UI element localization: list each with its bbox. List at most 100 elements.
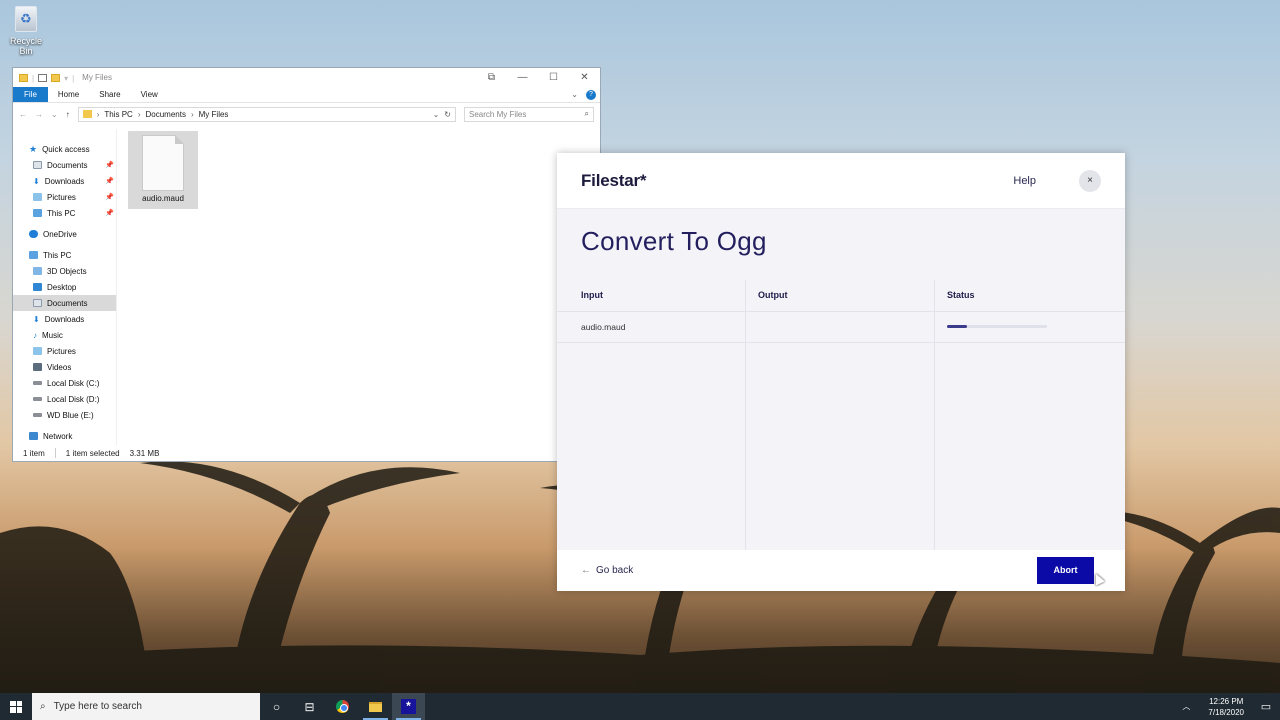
task-view-button[interactable]: ⊟ xyxy=(293,693,326,720)
new-folder-icon[interactable] xyxy=(51,73,61,82)
tab-share[interactable]: Share xyxy=(89,87,130,102)
nav-desktop[interactable]: Desktop xyxy=(13,279,116,295)
folder-icon xyxy=(19,73,28,82)
help-link[interactable]: Help xyxy=(1013,175,1036,187)
taskbar-search[interactable]: ⌕ Type here to search xyxy=(32,693,260,720)
nav-qa-this-pc[interactable]: This PC 📌 xyxy=(13,205,116,221)
recycle-bin-shortcut[interactable]: Recycle Bin xyxy=(4,6,48,56)
nav-qa-pictures[interactable]: Pictures 📌 xyxy=(13,189,116,205)
start-button[interactable] xyxy=(0,693,32,720)
drive-icon xyxy=(33,413,42,417)
minimize-button[interactable]: — xyxy=(507,68,538,87)
refresh-icon[interactable]: ↻ xyxy=(444,110,451,119)
file-name: audio.maud xyxy=(142,194,184,203)
nav-documents[interactable]: Documents xyxy=(13,295,116,311)
properties-icon[interactable] xyxy=(38,73,48,82)
nav-network[interactable]: Network xyxy=(13,428,116,444)
nav-3d-objects[interactable]: 3D Objects xyxy=(13,263,116,279)
abort-button[interactable]: Abort xyxy=(1037,557,1094,584)
pin-icon[interactable]: 📌 xyxy=(105,209,114,217)
clock-date: 7/18/2020 xyxy=(1208,707,1244,717)
filestar-window: Filestar* Help × Convert To Ogg Input Ou… xyxy=(557,153,1125,591)
breadcrumb-this-pc[interactable]: This PC xyxy=(104,110,132,119)
search-icon: ⌕ xyxy=(584,109,589,118)
maximize-button[interactable]: ☐ xyxy=(538,68,569,87)
filestar-icon: * xyxy=(401,699,416,714)
downloads-icon: ⬇ xyxy=(33,176,40,186)
show-hidden-icons-icon[interactable]: ︿ xyxy=(1172,701,1200,712)
snap-icon[interactable]: ⧉ xyxy=(476,68,507,87)
pictures-icon xyxy=(33,193,42,201)
chrome-icon xyxy=(336,700,349,713)
nav-downloads[interactable]: ⬇ Downloads xyxy=(13,311,116,327)
file-list: audio.maud xyxy=(117,129,600,445)
window-title: My Files xyxy=(82,73,112,82)
nav-quick-access[interactable]: ★ Quick access xyxy=(13,141,116,157)
customize-dropdown-icon[interactable]: ▾ xyxy=(64,74,68,83)
address-dropdown-icon[interactable]: ⌄ xyxy=(433,110,440,119)
conversion-table: Input Output Status audio.maud xyxy=(557,280,1125,550)
chrome-taskbar-button[interactable] xyxy=(326,693,359,720)
back-arrow-icon[interactable]: ← xyxy=(19,110,27,119)
computer-icon xyxy=(33,209,42,217)
progress-fill xyxy=(947,325,967,328)
quick-access-toolbar: | ▾ | xyxy=(19,73,74,83)
filestar-logo: Filestar* xyxy=(581,170,647,190)
nav-local-disk-c[interactable]: Local Disk (C:) xyxy=(13,375,116,391)
go-back-label: Go back xyxy=(596,565,634,576)
system-clock[interactable]: 12:26 PM 7/18/2020 xyxy=(1200,696,1252,718)
recycle-bin-icon xyxy=(15,6,37,32)
nav-wd-blue-e[interactable]: WD Blue (E:) xyxy=(13,407,116,423)
nav-qa-downloads[interactable]: ⬇ Downloads 📌 xyxy=(13,173,116,189)
taskbar: ⌕ Type here to search ○ ⊟ * ︿ 12:26 PM 7… xyxy=(0,693,1280,720)
search-input[interactable]: Search My Files ⌕ xyxy=(464,106,594,122)
notification-icon[interactable]: ▭ xyxy=(1252,700,1280,713)
nav-onedrive[interactable]: OneDrive xyxy=(13,226,116,242)
navigation-pane: ★ Quick access Documents 📌 ⬇ Downloads 📌… xyxy=(13,129,117,445)
pin-icon[interactable]: 📌 xyxy=(105,177,114,185)
recent-locations-icon[interactable]: ⌄ xyxy=(51,110,58,119)
tab-file[interactable]: File xyxy=(13,87,48,102)
pin-icon[interactable]: 📌 xyxy=(105,161,114,169)
column-header-output: Output xyxy=(758,290,788,300)
cloud-icon xyxy=(29,230,38,238)
tab-home[interactable]: Home xyxy=(48,87,89,102)
filestar-footer: ← Go back Abort xyxy=(557,550,1125,591)
pin-icon[interactable]: 📌 xyxy=(105,193,114,201)
nav-videos[interactable]: Videos xyxy=(13,359,116,375)
nav-pictures[interactable]: Pictures xyxy=(13,343,116,359)
documents-icon xyxy=(33,161,42,169)
column-divider xyxy=(745,280,746,550)
breadcrumb-documents[interactable]: Documents xyxy=(146,110,186,119)
cortana-button[interactable]: ○ xyxy=(260,693,293,720)
windows-logo-icon xyxy=(10,700,22,713)
up-arrow-icon[interactable]: ↑ xyxy=(66,110,70,119)
star-icon: ★ xyxy=(29,143,38,154)
forward-arrow-icon[interactable]: → xyxy=(35,110,43,119)
filestar-taskbar-button[interactable]: * xyxy=(392,693,425,720)
go-back-button[interactable]: ← Go back xyxy=(581,565,633,576)
nav-qa-documents[interactable]: Documents 📌 xyxy=(13,157,116,173)
pictures-icon xyxy=(33,347,42,355)
expand-ribbon-icon[interactable]: ⌄ xyxy=(571,90,578,99)
nav-this-pc[interactable]: This PC xyxy=(13,247,116,263)
breadcrumb-my-files[interactable]: My Files xyxy=(199,110,229,119)
close-icon[interactable]: × xyxy=(1079,169,1101,192)
file-item[interactable]: audio.maud xyxy=(128,131,198,209)
nav-local-disk-d[interactable]: Local Disk (D:) xyxy=(13,391,116,407)
explorer-taskbar-button[interactable] xyxy=(359,693,392,720)
address-bar[interactable]: › This PC › Documents › My Files ⌄ ↻ xyxy=(77,106,456,122)
tab-view[interactable]: View xyxy=(131,87,168,102)
taskbar-search-placeholder: Type here to search xyxy=(53,701,142,712)
item-count: 1 item xyxy=(23,448,45,458)
selected-size: 3.31 MB xyxy=(129,448,160,458)
explorer-status-bar: 1 item 1 item selected 3.31 MB xyxy=(13,445,600,461)
help-icon[interactable]: ? xyxy=(586,89,596,100)
close-button[interactable]: ✕ xyxy=(569,68,600,87)
clock-time: 12:26 PM xyxy=(1209,696,1244,706)
explorer-titlebar: | ▾ | My Files ⧉ — ☐ ✕ xyxy=(13,68,600,87)
page-title: Convert To Ogg xyxy=(581,226,767,256)
nav-music[interactable]: ♪ Music xyxy=(13,327,116,343)
header-divider xyxy=(557,311,1125,312)
search-icon: ⌕ xyxy=(40,701,46,712)
